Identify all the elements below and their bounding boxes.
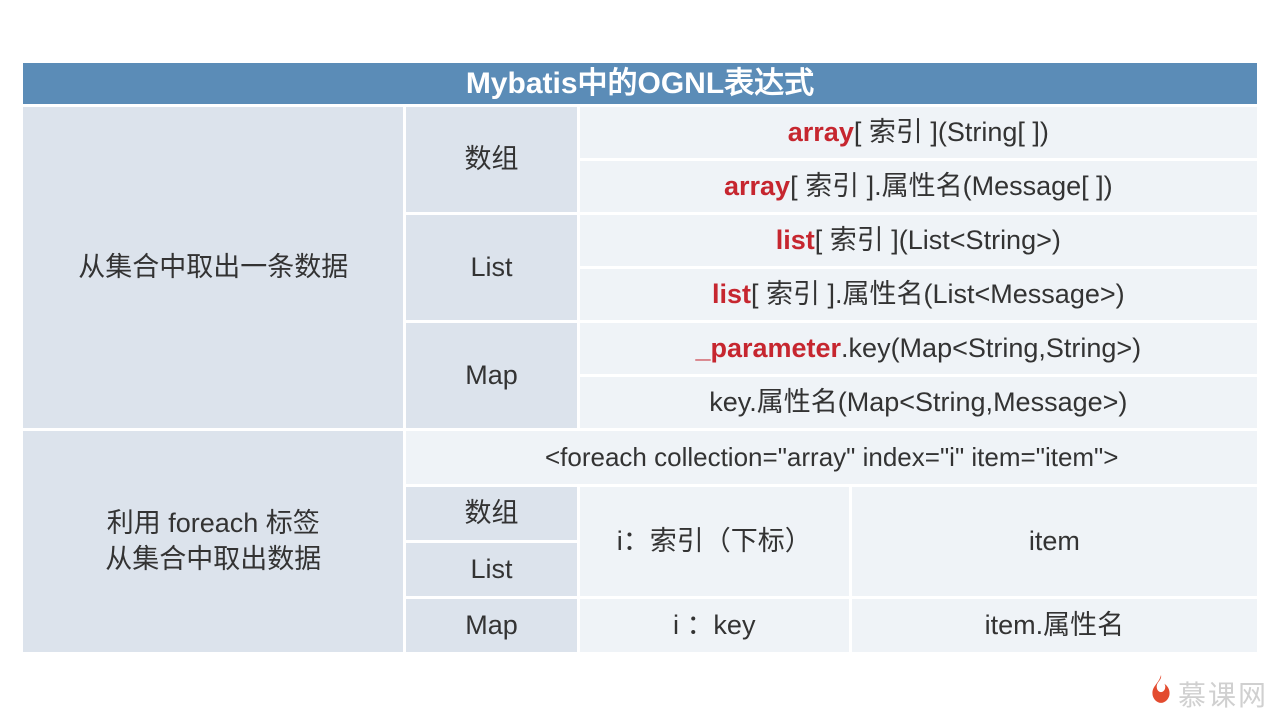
s2-map-label: Map <box>405 598 578 654</box>
group-array-label: 数组 <box>405 106 578 214</box>
array-row-2: array[ 索引 ].属性名(Message[ ]) <box>578 160 1258 214</box>
s2-i-index: i：索引（下标） <box>578 486 850 598</box>
header-row: Mybatis中的OGNL表达式 <box>22 62 1259 106</box>
s2-i-key: i ：key <box>578 598 850 654</box>
rest-text: [ 索引 ](String[ ]) <box>854 117 1049 147</box>
table-title: Mybatis中的OGNL表达式 <box>22 62 1259 106</box>
group-list-label: List <box>405 214 578 322</box>
watermark: 慕课网 <box>1148 674 1268 714</box>
section2-line2: 从集合中取出数据 <box>105 544 321 574</box>
s2-list-label: List <box>405 542 578 598</box>
keyword: array <box>724 171 790 201</box>
keyword: list <box>712 279 751 309</box>
map-row-1: _parameter.key(Map<String,String>) <box>578 322 1258 376</box>
array-row-1: array[ 索引 ](String[ ]) <box>578 106 1258 160</box>
rest-text: key.属性名(Map<String,Message>) <box>709 387 1127 417</box>
watermark-text: 慕课网 <box>1178 674 1268 714</box>
rest-text: .key(Map<String,String>) <box>841 333 1141 363</box>
keyword: list <box>776 225 815 255</box>
rest-text: [ 索引 ].属性名(Message[ ]) <box>790 171 1113 201</box>
rest-text: [ 索引 ].属性名(List<Message>) <box>751 279 1125 309</box>
list-row-1: list[ 索引 ](List<String>) <box>578 214 1258 268</box>
flame-icon <box>1148 675 1174 713</box>
rest-text: [ 索引 ](List<String>) <box>815 225 1061 255</box>
group-map-label: Map <box>405 322 578 430</box>
table-row: 利用 foreach 标签 从集合中取出数据 <foreach collecti… <box>22 430 1259 486</box>
s2-item: item <box>850 486 1258 598</box>
section2-line1: 利用 foreach 标签 <box>107 508 320 538</box>
s2-array-label: 数组 <box>405 486 578 542</box>
list-row-2: list[ 索引 ].属性名(List<Message>) <box>578 268 1258 322</box>
foreach-code: <foreach collection="array" index="i" it… <box>405 430 1259 486</box>
keyword: _parameter <box>695 333 841 363</box>
map-row-2: key.属性名(Map<String,Message>) <box>578 376 1258 430</box>
section2-title: 利用 foreach 标签 从集合中取出数据 <box>22 430 405 654</box>
s2-item-prop: item.属性名 <box>850 598 1258 654</box>
ognl-table: Mybatis中的OGNL表达式 从集合中取出一条数据 数组 array[ 索引… <box>20 60 1260 655</box>
keyword: array <box>788 117 854 147</box>
table-row: 从集合中取出一条数据 数组 array[ 索引 ](String[ ]) <box>22 106 1259 160</box>
section1-title: 从集合中取出一条数据 <box>22 106 405 430</box>
